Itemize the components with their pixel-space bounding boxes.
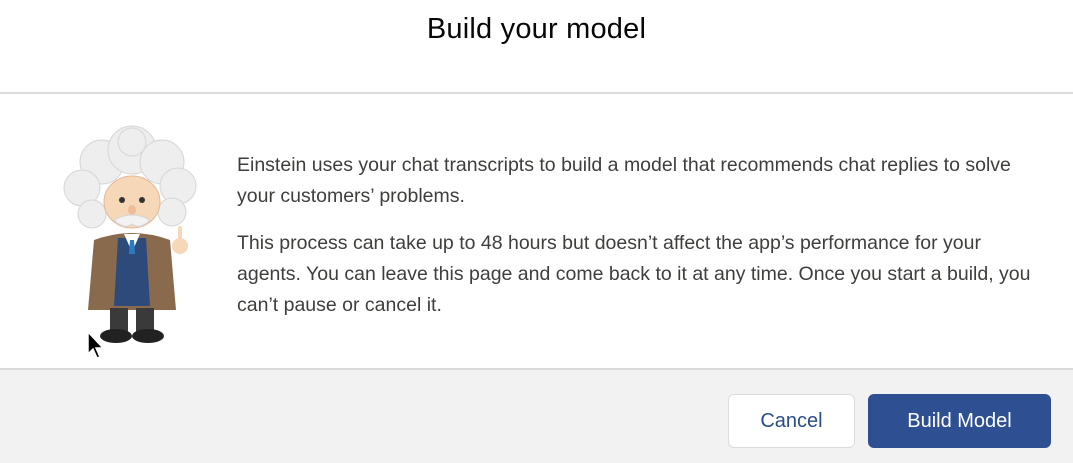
description-paragraph-2: This process can take up to 48 hours but… <box>237 232 1031 316</box>
arrow-cursor-icon <box>87 330 105 359</box>
build-model-button[interactable]: Build Model <box>868 394 1051 448</box>
modal-title: Build your model <box>426 13 647 46</box>
description-paragraph-1: Einstein uses your chat transcripts to b… <box>237 154 1011 207</box>
modal-header: Build your model <box>0 0 1073 94</box>
modal-description: Einstein uses your chat transcripts to b… <box>237 150 1047 337</box>
modal-body: Einstein uses your chat transcripts to b… <box>0 94 1073 368</box>
modal-footer: Cancel Build Model <box>0 368 1073 463</box>
cancel-button[interactable]: Cancel <box>728 394 855 448</box>
build-model-modal: Build your model Einstein uses your chat… <box>0 0 1073 463</box>
einstein-illustration <box>63 125 197 343</box>
